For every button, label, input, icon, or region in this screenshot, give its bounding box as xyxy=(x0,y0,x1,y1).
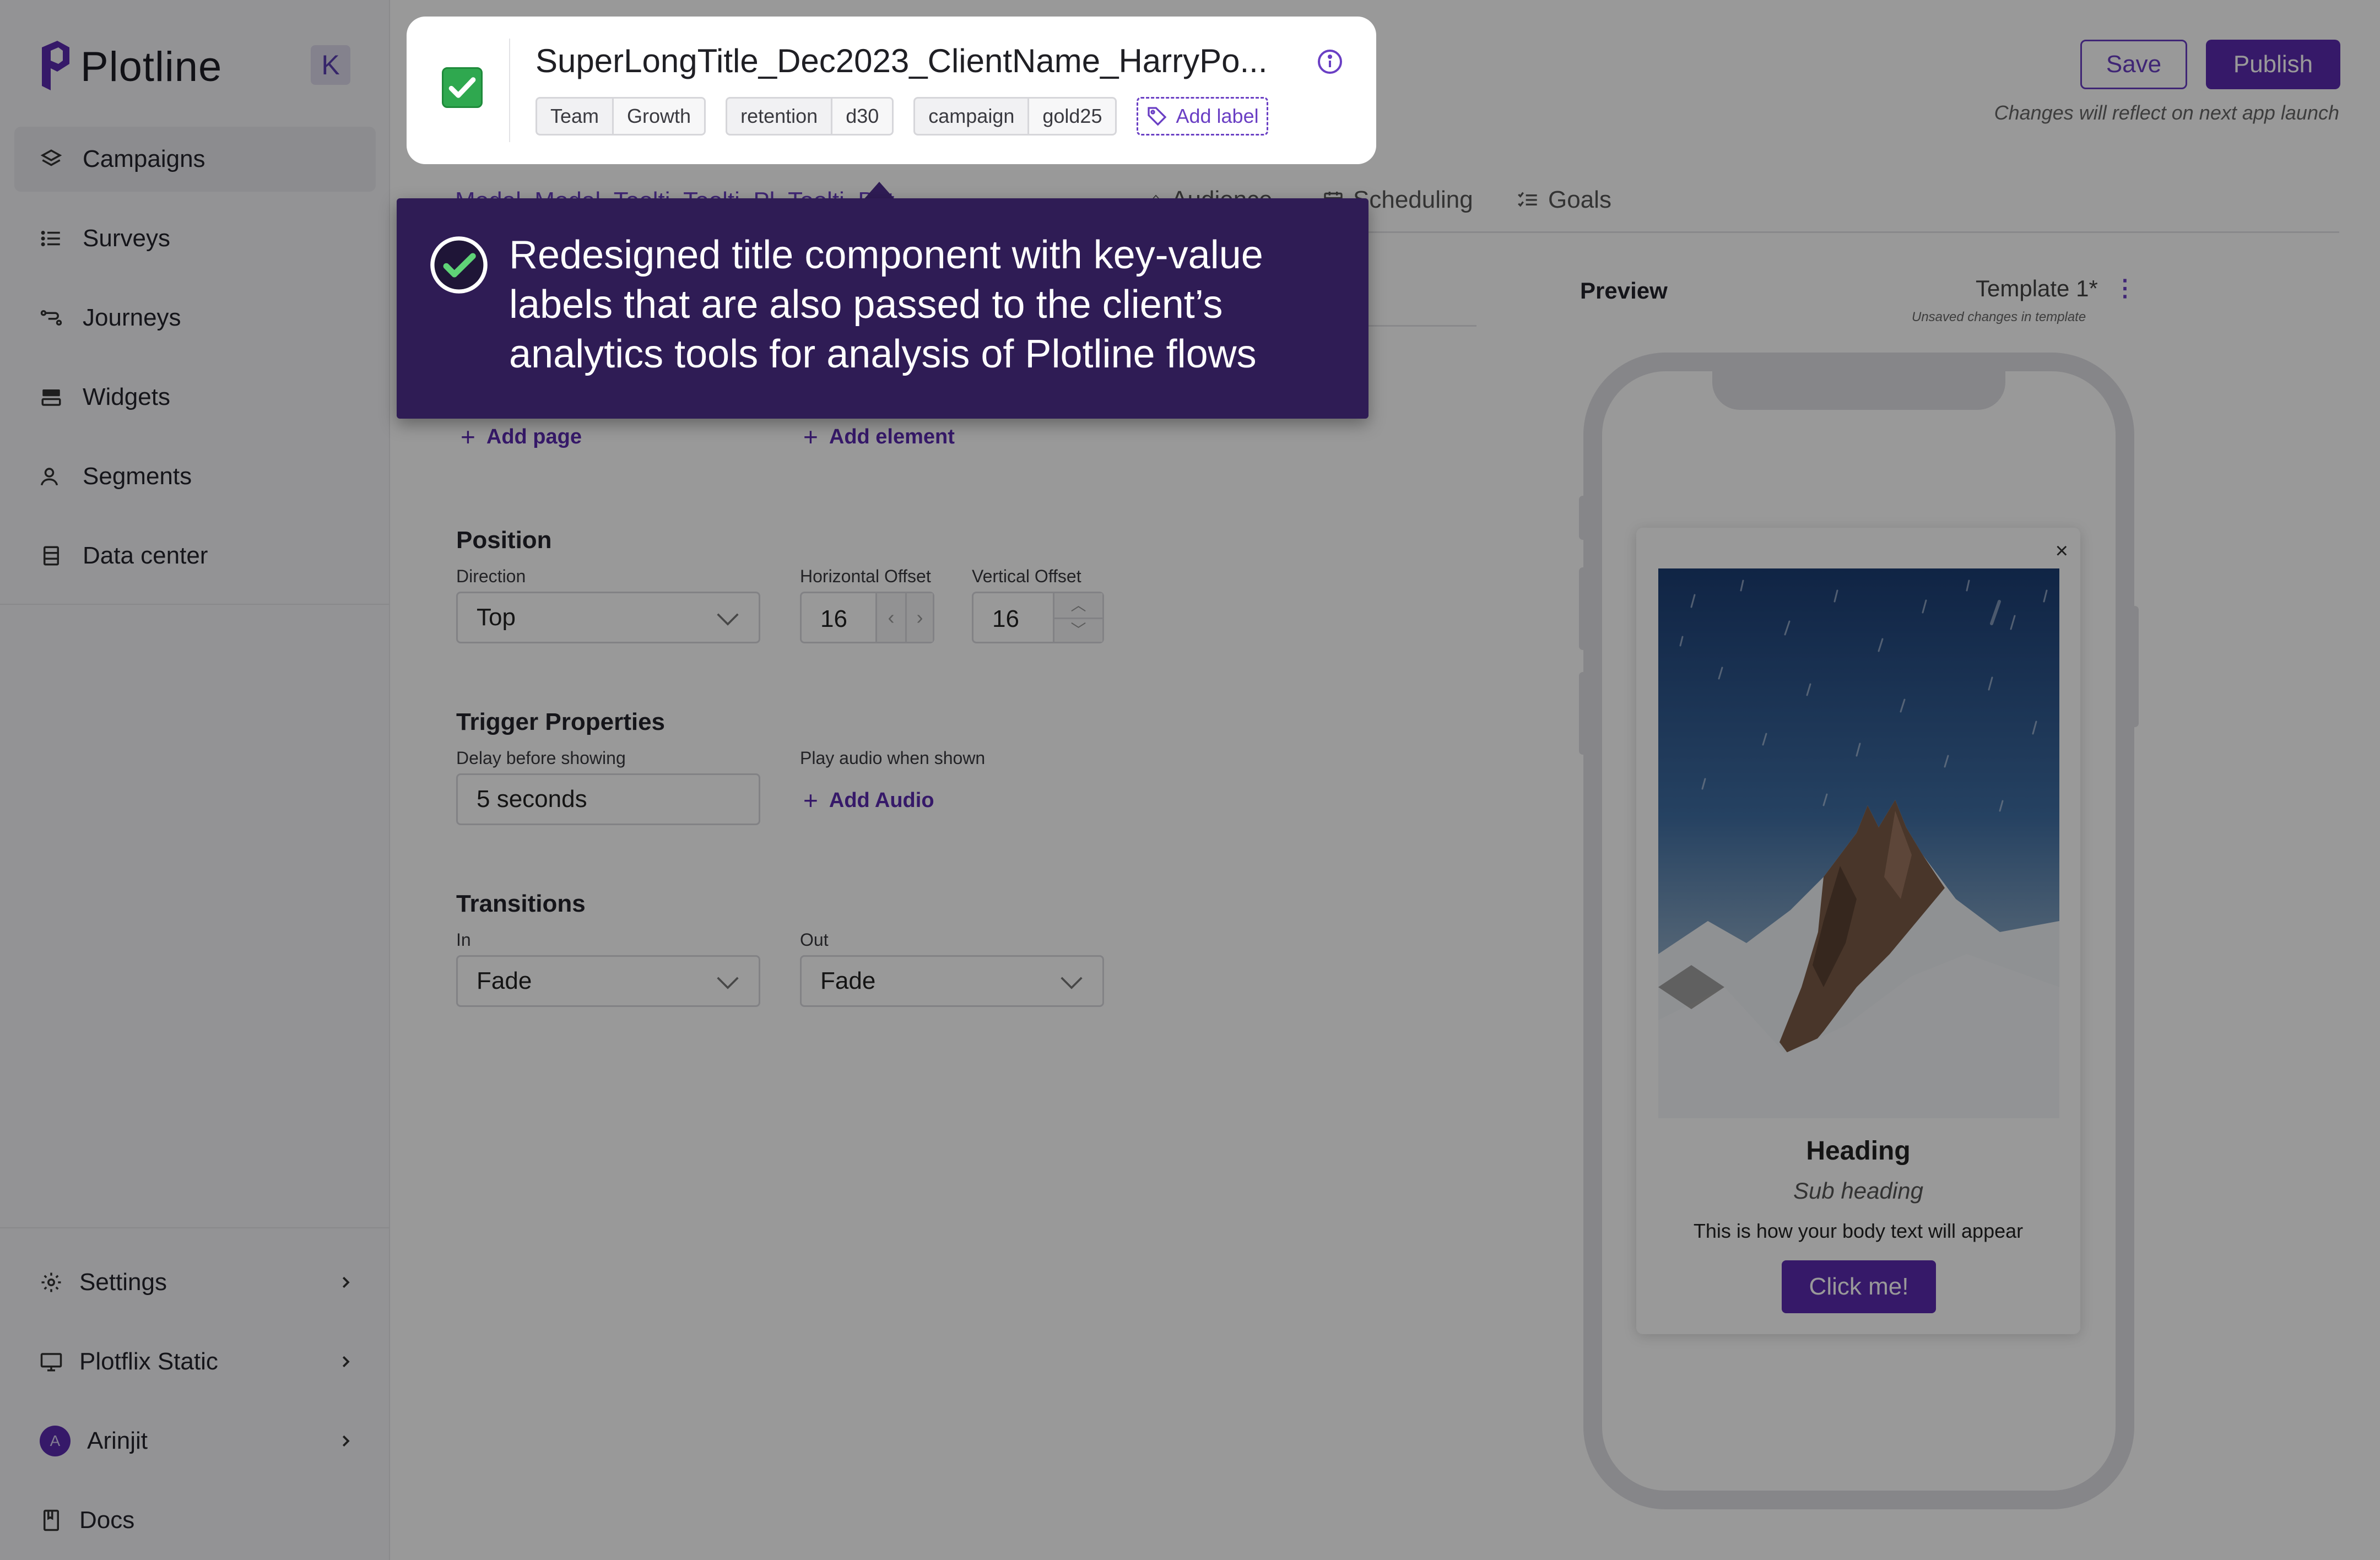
label-chip[interactable]: Team Growth xyxy=(536,97,706,136)
label-chip[interactable]: retention d30 xyxy=(726,97,894,136)
info-icon[interactable] xyxy=(1317,48,1343,75)
checkbox-icon[interactable] xyxy=(442,67,483,108)
label-list: Team Growth retention d30 campaign gold25 A… xyxy=(536,97,1268,136)
feature-callout: Redesigned title component with key-valu… xyxy=(397,198,1368,419)
campaign-title[interactable]: SuperLongTitle_Dec2023_ClientName_HarryP… xyxy=(536,42,1268,80)
add-label-button[interactable]: Add label xyxy=(1137,97,1268,136)
label-value: d30 xyxy=(831,99,892,134)
callout-text: Redesigned title component with key-valu… xyxy=(509,233,1263,376)
title-component: SuperLongTitle_Dec2023_ClientName_HarryP… xyxy=(407,17,1376,164)
label-chip[interactable]: campaign gold25 xyxy=(913,97,1117,136)
label-key: Team xyxy=(550,105,599,127)
label-value: Growth xyxy=(612,99,705,134)
label-key: retention xyxy=(740,105,818,127)
add-label-text: Add label xyxy=(1176,105,1259,127)
callout-pointer xyxy=(863,182,896,201)
check-circle-icon xyxy=(430,236,488,294)
divider xyxy=(509,39,510,142)
tag-icon xyxy=(1148,107,1167,126)
label-key: campaign xyxy=(928,105,1015,127)
check-icon xyxy=(448,77,476,98)
label-value: gold25 xyxy=(1027,99,1116,134)
